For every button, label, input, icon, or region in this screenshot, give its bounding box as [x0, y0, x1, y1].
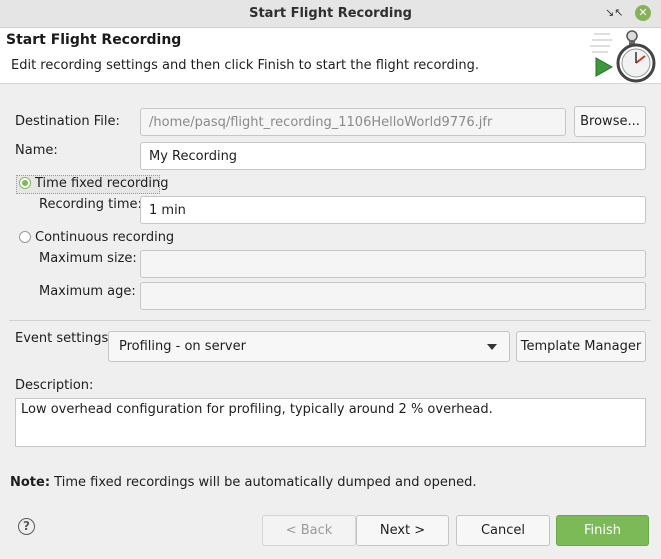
chevron-down-icon	[487, 344, 497, 350]
max-age-label: Maximum age:	[39, 284, 136, 299]
name-label: Name:	[15, 143, 58, 158]
event-settings-label: Event settings:	[15, 331, 113, 346]
destination-file-field: /home/pasq/flight_recording_1106HelloWor…	[140, 108, 566, 136]
cancel-button[interactable]: Cancel	[456, 515, 550, 546]
description-text: Low overhead configuration for profiling…	[15, 398, 646, 447]
max-age-field	[140, 282, 646, 310]
max-size-field	[140, 250, 646, 278]
template-manager-button[interactable]: Template Manager	[516, 331, 646, 362]
stopwatch-record-icon	[590, 28, 661, 83]
time-fixed-label[interactable]: Time fixed recording	[35, 176, 168, 191]
close-icon[interactable]: ✕	[635, 5, 651, 21]
description-label: Description:	[15, 378, 94, 393]
separator	[9, 320, 651, 321]
page-description: Edit recording settings and then click F…	[11, 58, 479, 73]
help-icon[interactable]: ?	[18, 518, 35, 535]
back-button[interactable]: < Back	[262, 515, 356, 546]
event-settings-value: Profiling - on server	[119, 339, 246, 354]
wizard-header: Start Flight Recording Edit recording se…	[0, 28, 661, 84]
name-field[interactable]: My Recording	[140, 142, 646, 170]
continuous-label[interactable]: Continuous recording	[35, 230, 174, 245]
note-bold: Note:	[10, 475, 51, 490]
recording-time-field[interactable]: 1 min	[140, 196, 646, 224]
continuous-radio[interactable]	[19, 231, 31, 243]
browse-button[interactable]: Browse...	[574, 106, 646, 137]
note-text: Note: Time fixed recordings will be auto…	[10, 475, 476, 490]
event-settings-dropdown[interactable]: Profiling - on server	[108, 331, 510, 362]
time-fixed-radio[interactable]	[19, 177, 31, 189]
finish-button[interactable]: Finish	[556, 515, 649, 546]
title-bar: Start Flight Recording ↘↖ ✕	[0, 0, 661, 28]
destination-file-label: Destination File:	[15, 114, 120, 129]
window-title: Start Flight Recording	[249, 6, 412, 21]
next-button[interactable]: Next >	[356, 515, 449, 546]
recording-time-label: Recording time:	[39, 197, 142, 212]
note-message: Time fixed recordings will be automatica…	[50, 475, 477, 490]
restore-icon[interactable]: ↘↖	[605, 5, 623, 21]
max-size-label: Maximum size:	[39, 251, 137, 266]
page-title: Start Flight Recording	[6, 32, 182, 48]
